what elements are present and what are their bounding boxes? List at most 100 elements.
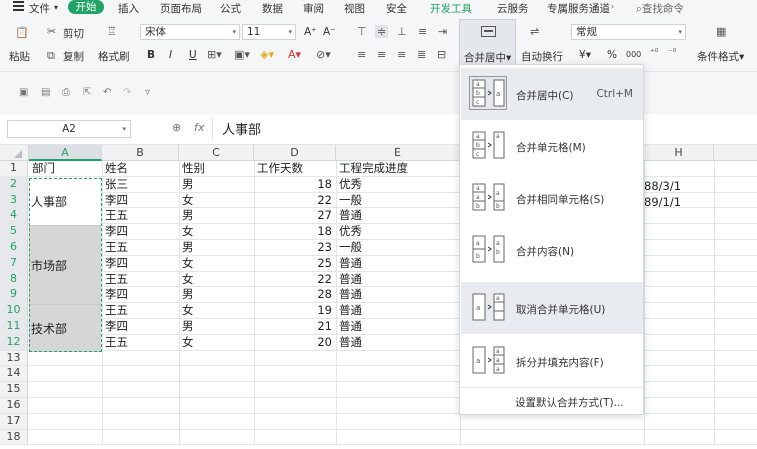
paste-button[interactable]: 粘贴 [9,49,30,64]
customize-chevron-icon[interactable]: ▿ [145,87,150,98]
row-header-2[interactable]: 2 [0,176,28,193]
name-cell[interactable]: 王五 [102,273,179,287]
print-icon[interactable]: ⎙ [62,87,70,98]
menu-start[interactable]: 开始 [68,0,104,14]
shrink-font-button[interactable]: A⁻ [323,26,336,38]
column-header-b[interactable]: B [102,145,179,161]
name-cell[interactable]: 王五 [102,304,179,318]
row-header-8[interactable]: 8 [0,271,28,288]
row-header-1[interactable]: 1 [0,161,28,177]
align-center-icon[interactable]: ≡ [377,48,386,61]
progress-cell[interactable]: 普通 [336,320,460,334]
days-cell[interactable]: 19 [254,304,336,318]
gender-cell[interactable]: 男 [179,178,254,192]
days-cell[interactable]: 23 [254,241,336,255]
name-box[interactable]: A2 ▾ [7,120,131,138]
row-header-10[interactable]: 10 [0,303,28,319]
gender-cell[interactable]: 女 [179,273,254,287]
row-header-12[interactable]: 12 [0,334,28,351]
menu-item-default-merge[interactable]: 设置默认合并方式(T)... [460,387,643,413]
number-format-select[interactable]: 常规 ▾ [571,24,686,40]
currency-button[interactable]: ¥▾ [579,49,591,61]
days-cell[interactable]: 18 [254,178,336,192]
menu-review[interactable]: 审阅 [303,1,324,16]
orientation-icon[interactable]: ≡ [418,25,427,38]
format-painter-button[interactable]: 格式刷 [98,49,130,64]
menu-item-merge-same[interactable]: a a b a b 合并相同单元格(S) [461,172,643,224]
fill-style-icon[interactable]: ▣▾ [234,48,250,61]
align-bottom-icon[interactable]: ⊥ [397,25,407,38]
date-cell[interactable]: 88/3/1 [644,179,704,193]
format-painter-icon[interactable]: ♖ [107,25,117,38]
header-cell[interactable]: 部门 [29,162,102,176]
search-command[interactable]: ⌕查找命令 [636,1,684,16]
save-icon[interactable]: ▣ [19,87,28,98]
days-cell[interactable]: 22 [254,194,336,208]
fill-color-icon[interactable]: ◈▾ [260,48,274,61]
gender-cell[interactable]: 男 [179,209,254,223]
name-cell[interactable]: 李四 [102,194,179,208]
chevron-right-icon[interactable]: › [611,2,614,11]
header-cell[interactable]: 工作天数 [254,162,336,176]
clear-format-icon[interactable]: ⊘▾ [316,48,331,61]
paste-icon[interactable]: 📋 [15,26,29,39]
menu-item-unmerge[interactable]: a a 取消合并单元格(U) [461,282,643,334]
thousands-button[interactable]: 000 [626,50,641,59]
merged-cell-tech[interactable]: 技术部 [29,305,101,352]
name-cell[interactable]: 李四 [102,288,179,302]
row-header-13[interactable]: 13 [0,350,28,367]
row-header-17[interactable]: 17 [0,413,28,430]
menu-page-layout[interactable]: 页面布局 [160,1,202,16]
name-cell[interactable]: 张三 [102,178,179,192]
name-cell[interactable]: 王五 [102,241,179,255]
name-cell[interactable]: 王五 [102,336,179,350]
days-cell[interactable]: 22 [254,273,336,287]
days-cell[interactable]: 28 [254,288,336,302]
copy-button[interactable]: 复制 [63,49,84,64]
font-size-select[interactable]: 11 ▾ [242,24,296,40]
gender-cell[interactable]: 女 [179,304,254,318]
progress-cell[interactable]: 优秀 [336,225,460,239]
menu-insert[interactable]: 插入 [118,1,139,16]
row-header-16[interactable]: 16 [0,398,28,414]
percent-button[interactable]: % [607,49,617,61]
column-header-h[interactable]: H [644,145,714,161]
font-name-select[interactable]: 宋体 ▾ [140,24,240,40]
menu-view[interactable]: 视图 [344,1,365,16]
conditional-format-button[interactable]: 条件格式▾ [697,49,744,64]
name-cell[interactable]: 李四 [102,320,179,334]
days-cell[interactable]: 27 [254,209,336,223]
align-left-icon[interactable]: ≡ [357,48,366,61]
grow-font-button[interactable]: A⁺ [304,26,317,38]
increase-decimal-icon[interactable]: ⁺⁰ [650,48,658,58]
menu-data[interactable]: 数据 [262,1,283,16]
header-cell[interactable]: 性别 [179,162,254,176]
name-cell[interactable]: 王五 [102,209,179,223]
progress-cell[interactable]: 普通 [336,209,460,223]
column-header-a[interactable]: A [29,145,102,161]
name-cell[interactable]: 李四 [102,257,179,271]
menu-item-merge-cells[interactable]: a b c a 合并单元格(M) [461,120,643,172]
name-cell[interactable]: 李四 [102,225,179,239]
distribute-icon[interactable]: ⊟ [437,48,446,61]
gender-cell[interactable]: 女 [179,225,254,239]
border-icon[interactable]: ⊞▾ [207,48,222,61]
merged-cell-hr[interactable]: 人事部 [29,178,101,226]
menu-file[interactable]: 文件 [29,1,50,16]
gender-cell[interactable]: 男 [179,320,254,334]
progress-cell[interactable]: 普通 [336,257,460,271]
menu-cloud[interactable]: 云服务 [497,1,529,16]
menu-item-merge-center[interactable]: a b c a 合并居中(C) Ctrl+M [461,68,643,120]
column-header-d[interactable]: D [254,145,336,161]
row-header-9[interactable]: 9 [0,287,28,304]
progress-cell[interactable]: 优秀 [336,178,460,192]
print-preview-icon[interactable]: ▤ [41,87,50,98]
menu-service-channel[interactable]: 专属服务通道 [547,1,610,16]
column-header-c[interactable]: C [179,145,254,161]
align-middle-icon[interactable]: ≑ [375,25,389,38]
redo-icon[interactable]: ↷ [123,87,131,98]
row-header-6[interactable]: 6 [0,240,28,256]
row-header-3[interactable]: 3 [0,192,28,209]
row-header-11[interactable]: 11 [0,319,28,335]
date-cell[interactable]: 89/1/1 [644,195,704,209]
